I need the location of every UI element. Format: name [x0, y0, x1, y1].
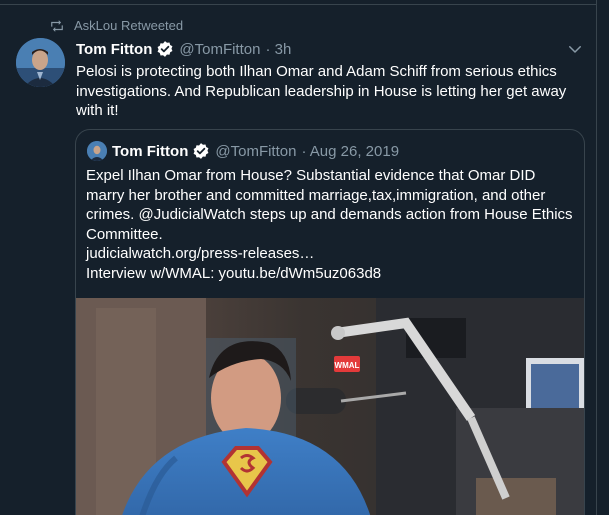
- tweet-text: Pelosi is protecting both Ilhan Omar and…: [76, 63, 567, 119]
- timeline-frame: AskLou Retweeted Tom Fitton @TomFitton ·…: [0, 0, 609, 515]
- avatar[interactable]: [16, 38, 65, 87]
- quoted-tweet[interactable]: Tom Fitton @TomFitton · Aug 26, 2019 Exp…: [75, 129, 585, 515]
- author-name[interactable]: Tom Fitton: [76, 41, 152, 58]
- quote-body: Expel Ilhan Omar from House? Substantial…: [86, 167, 573, 243]
- tweet-header: Tom Fitton @TomFitton · 3h: [76, 40, 291, 58]
- quote-date[interactable]: · Aug 26, 2019: [301, 143, 399, 160]
- quote-link[interactable]: judicialwatch.org/press-releases…: [86, 244, 576, 264]
- retweet-icon: [51, 19, 63, 32]
- quote-media-video[interactable]: WMAL: [76, 298, 584, 515]
- tweet-card[interactable]: AskLou Retweeted Tom Fitton @TomFitton ·…: [0, 0, 597, 515]
- retweet-label[interactable]: AskLou Retweeted: [74, 18, 183, 33]
- quote-verified-badge-icon: [193, 143, 209, 159]
- verified-badge-icon: [157, 41, 173, 57]
- quote-avatar-image: [87, 141, 107, 161]
- chevron-down-icon[interactable]: [566, 40, 584, 58]
- retweet-context: AskLou Retweeted: [50, 18, 183, 33]
- top-divider: [0, 0, 597, 5]
- quote-interview[interactable]: Interview w/WMAL: youtu.be/dWm5uz063d8: [86, 264, 576, 284]
- quote-avatar: [87, 141, 107, 161]
- quote-text: Expel Ilhan Omar from House? Substantial…: [86, 166, 576, 283]
- tweet-time[interactable]: · 3h: [265, 41, 291, 58]
- quote-header: Tom Fitton @TomFitton · Aug 26, 2019: [87, 141, 399, 161]
- studio-video-frame: WMAL: [76, 298, 584, 515]
- author-handle[interactable]: @TomFitton: [179, 41, 260, 58]
- avatar-image: [16, 38, 65, 87]
- mic-sign-label: WMAL: [335, 361, 360, 370]
- quote-author-handle[interactable]: @TomFitton: [215, 143, 296, 160]
- quote-author-name[interactable]: Tom Fitton: [112, 143, 188, 160]
